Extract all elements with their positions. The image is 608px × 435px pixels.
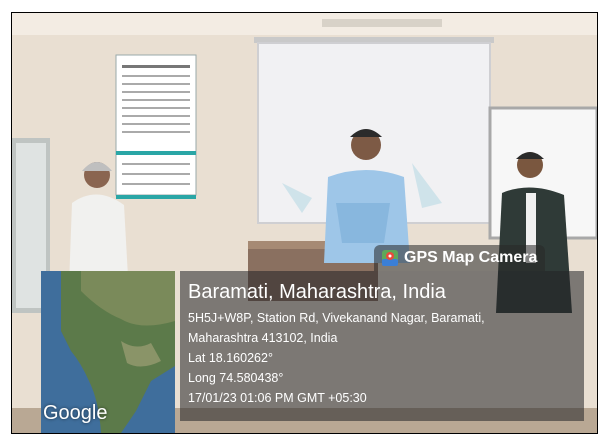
- gps-camera-badge: GPS Map Camera: [374, 245, 546, 271]
- timestamp-text: 17/01/23 01:06 PM GMT +05:30: [188, 391, 367, 405]
- address-line-2: Maharashtra 413102, India: [188, 331, 338, 345]
- photo-frame: GPS Map Camera Google Baramati, Maharash…: [11, 12, 598, 434]
- map-pin-icon: [382, 250, 398, 266]
- location-title: Baramati, Maharashtra, India: [188, 281, 446, 303]
- longitude-text: Long 74.580438°: [188, 371, 284, 385]
- latitude-text: Lat 18.160262°: [188, 351, 273, 365]
- address-line-1: 5H5J+W8P, Station Rd, Vivekanand Nagar, …: [188, 311, 485, 325]
- google-logo: Google: [43, 402, 108, 424]
- map-thumbnail[interactable]: Google: [41, 271, 175, 433]
- location-info-panel: Baramati, Maharashtra, India 5H5J+W8P, S…: [180, 271, 584, 421]
- badge-label: GPS Map Camera: [404, 249, 538, 266]
